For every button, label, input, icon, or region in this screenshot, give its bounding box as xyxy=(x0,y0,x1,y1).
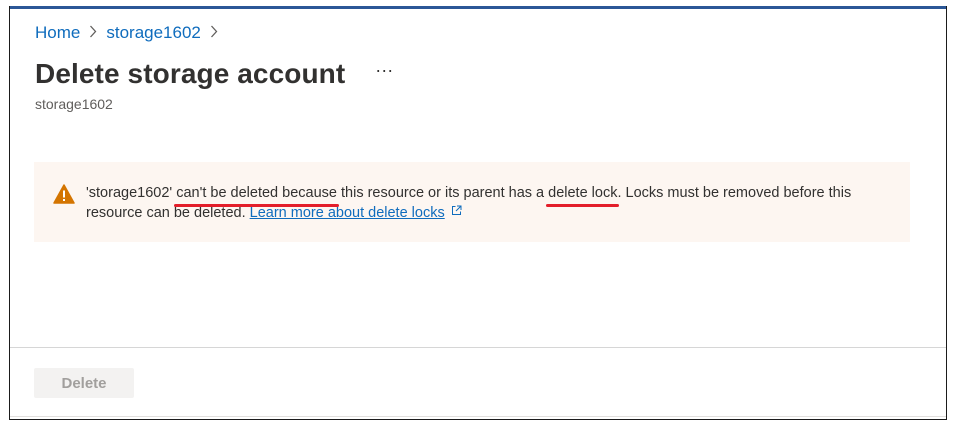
warning-message: 'storage1602' can't be deleted because t… xyxy=(86,184,886,223)
chevron-right-icon xyxy=(89,25,97,42)
delete-button[interactable]: Delete xyxy=(34,368,134,398)
warning-highlight-delete-lock: delete lock xyxy=(548,185,618,201)
warning-banner: 'storage1602' can't be deleted because t… xyxy=(34,162,910,242)
warning-text-part: 'storage1602' xyxy=(86,185,177,201)
footer-divider xyxy=(10,347,946,348)
breadcrumb-home[interactable]: Home xyxy=(35,23,80,43)
more-options-button[interactable]: ··· xyxy=(375,61,393,87)
external-link-icon[interactable] xyxy=(451,203,462,215)
page-subtitle: storage1602 xyxy=(35,96,113,112)
breadcrumb: Home storage1602 xyxy=(35,23,227,43)
blade-panel: Home storage1602 Delete storage account … xyxy=(9,6,947,420)
breadcrumb-storage-account[interactable]: storage1602 xyxy=(106,23,201,43)
warning-text-part: this resource or its parent has a xyxy=(336,185,549,201)
learn-more-link[interactable]: Learn more about delete locks xyxy=(250,205,445,221)
top-accent-bar xyxy=(10,6,946,9)
chevron-right-icon xyxy=(210,25,218,42)
warning-highlight-cannot-delete: can't be deleted because xyxy=(176,185,337,201)
footer-bottom-line xyxy=(10,416,946,417)
title-row: Delete storage account ··· xyxy=(35,58,393,90)
page-title: Delete storage account xyxy=(35,58,346,89)
warning-icon xyxy=(53,184,75,204)
